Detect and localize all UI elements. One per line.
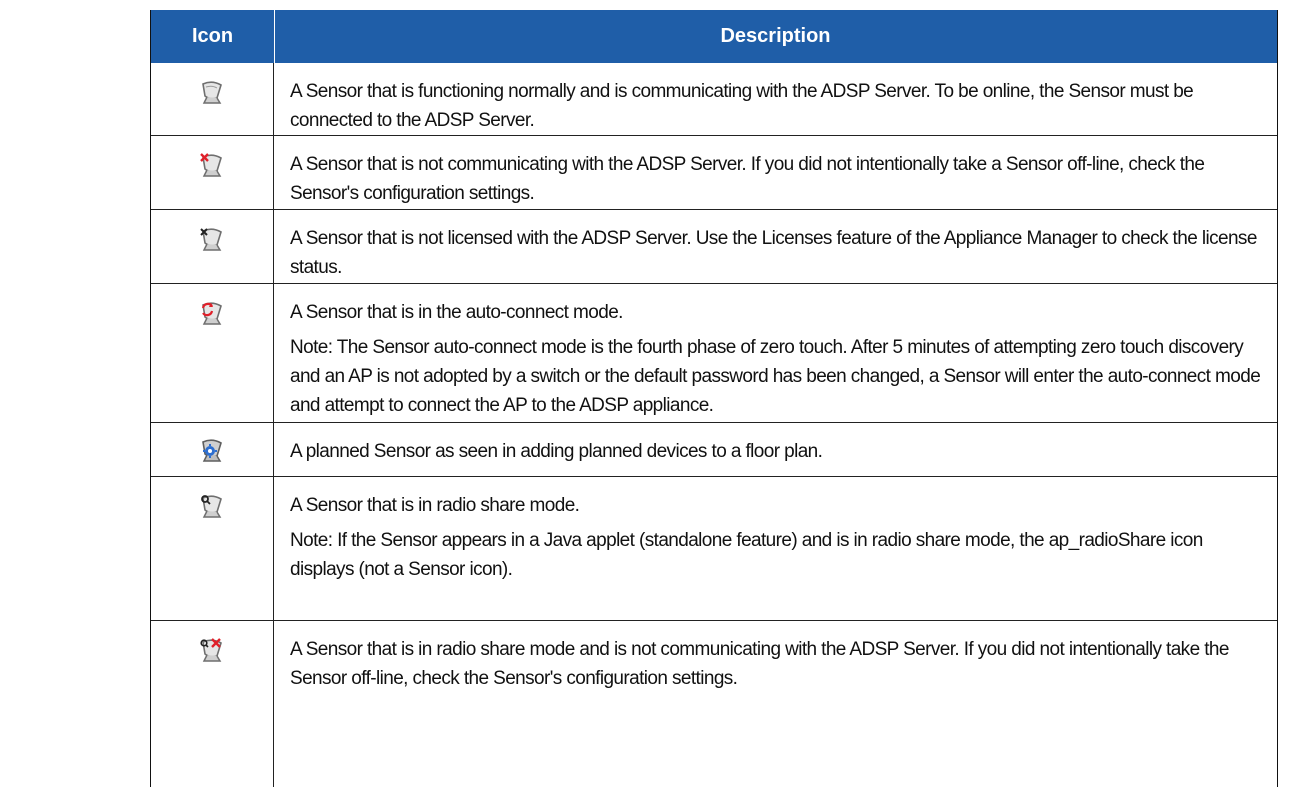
sensor-planned-icon	[202, 439, 222, 462]
table-row: A Sensor that is not licensed with the A…	[151, 210, 1277, 284]
icon-cell	[151, 210, 274, 283]
icon-cell	[151, 136, 274, 209]
description-cell: A Sensor that is in radio share mode. No…	[290, 491, 1263, 590]
icon-cell	[151, 621, 274, 787]
description-cell: A Sensor that is not licensed with the A…	[290, 224, 1263, 288]
description-line: A Sensor that is functioning normally an…	[290, 81, 1194, 131]
header-icon: Icon	[191, 25, 234, 47]
description-note: Note: If the Sensor appears in a Java ap…	[290, 530, 1203, 580]
table-header: Icon Description	[151, 10, 1277, 63]
table-row: A Sensor that is in radio share mode. No…	[151, 477, 1277, 621]
description-line: A Sensor that is not licensed with the A…	[290, 228, 1257, 278]
description-cell: A planned Sensor as seen in adding plann…	[290, 437, 1263, 472]
description-line: A Sensor that is in the auto-connect mod…	[290, 302, 623, 323]
table-row: A Sensor that is not communicating with …	[151, 136, 1277, 210]
sensor-radio-share-offline-icon	[200, 638, 222, 662]
sensor-offline-icon	[200, 153, 222, 177]
description-line: A Sensor that is not communicating with …	[290, 154, 1205, 204]
icon-cell	[151, 477, 274, 620]
description-cell: A Sensor that is not communicating with …	[290, 150, 1263, 214]
description-note: Note: The Sensor auto-connect mode is th…	[290, 337, 1261, 416]
sensor-radio-share-icon	[201, 495, 222, 518]
sensor-unlicensed-icon	[200, 228, 222, 251]
description-line: A Sensor that is in radio share mode and…	[290, 639, 1229, 689]
icon-description-table: Icon Description A Sensor that is functi…	[150, 10, 1278, 787]
icon-cell	[151, 284, 274, 422]
description-cell: A Sensor that is functioning normally an…	[290, 77, 1263, 141]
table-row: A Sensor that is in the auto-connect mod…	[151, 284, 1277, 423]
table-row: A Sensor that is in radio share mode and…	[151, 621, 1277, 787]
description-cell: A Sensor that is in radio share mode and…	[290, 635, 1263, 699]
table-row: A planned Sensor as seen in adding plann…	[151, 423, 1277, 477]
sensor-auto-connect-icon	[201, 302, 222, 325]
table-row: A Sensor that is functioning normally an…	[151, 63, 1277, 136]
description-cell: A Sensor that is in the auto-connect mod…	[290, 298, 1263, 426]
sensor-online-icon	[202, 81, 222, 104]
description-line: A planned Sensor as seen in adding plann…	[290, 441, 823, 462]
description-line: A Sensor that is in radio share mode.	[290, 495, 580, 516]
header-description: Description	[720, 25, 831, 47]
icon-cell	[151, 423, 274, 476]
icon-cell	[151, 63, 274, 135]
